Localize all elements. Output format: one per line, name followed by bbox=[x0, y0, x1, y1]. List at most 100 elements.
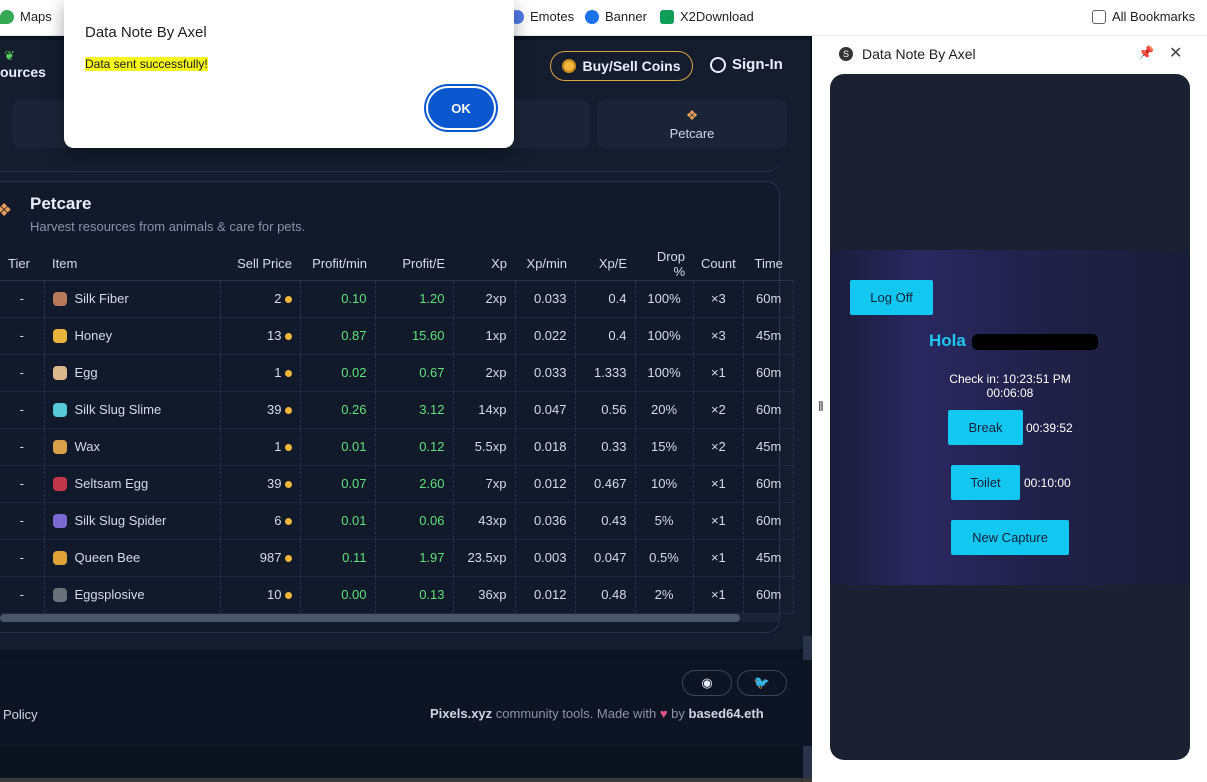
toilet-button[interactable]: Toilet bbox=[951, 465, 1020, 500]
pin-icon[interactable]: 📌 bbox=[1138, 45, 1154, 61]
table-row[interactable]: - Silk Slug Spider 6 0.01 0.06 43xp 0.036 0.43 5… bbox=[0, 502, 795, 540]
table-row[interactable]: - Queen Bee 987 0.11 1.97 23.5xp 0.003 0.047 0.5… bbox=[0, 539, 795, 577]
cell-profit-e: 0.13 bbox=[375, 576, 454, 614]
cell-profit-e: 0.06 bbox=[375, 502, 454, 540]
cell-xp: 14xp bbox=[453, 391, 516, 429]
cell-tier: - bbox=[0, 354, 45, 392]
cell-profit-e: 1.97 bbox=[375, 539, 454, 577]
cell-xp: 2xp bbox=[453, 354, 516, 392]
twitter-icon: 🐦 bbox=[753, 675, 771, 690]
cell-xp: 43xp bbox=[453, 502, 516, 540]
table-row[interactable]: - Eggsplosive 10 0.00 0.13 36xp 0.012 0.48 2% ×1 6… bbox=[0, 576, 795, 614]
coin-icon bbox=[284, 407, 292, 415]
item-icon bbox=[52, 514, 67, 529]
table-horizontal-scrollbar[interactable] bbox=[0, 614, 780, 622]
buy-sell-coins-button[interactable]: Buy/Sell Coins bbox=[550, 51, 693, 81]
policy-link[interactable]: Policy bbox=[3, 707, 38, 722]
col-time[interactable]: Time bbox=[743, 248, 794, 281]
cell-time: 45m bbox=[743, 428, 795, 466]
table-row[interactable]: - Honey 13 0.87 15.60 1xp 0.022 0.4 100% ×3 45m bbox=[0, 317, 795, 355]
table-row[interactable]: - Silk Slug Slime 39 0.26 3.12 14xp 0.047 0.56 2… bbox=[0, 391, 795, 429]
bookmark-all[interactable]: All Bookmarks bbox=[1092, 9, 1195, 24]
item-icon bbox=[52, 440, 67, 455]
cell-xp-min: 0.036 bbox=[515, 502, 576, 540]
folder-icon bbox=[1092, 9, 1106, 24]
cell-count: ×2 bbox=[693, 428, 745, 466]
sign-in-button[interactable]: Sign-In bbox=[710, 56, 783, 73]
price-value: 13 bbox=[267, 328, 282, 343]
col-xp[interactable]: Xp bbox=[453, 248, 515, 281]
table-row[interactable]: - Seltsam Egg 39 0.07 2.60 7xp 0.012 0.467 10% ×1… bbox=[0, 465, 795, 503]
bookmark-emotes[interactable]: Emotes bbox=[510, 9, 574, 24]
col-item[interactable]: Item bbox=[44, 248, 220, 281]
maps-icon bbox=[0, 9, 14, 24]
cell-item: Wax bbox=[44, 428, 221, 466]
cell-xp-e: 0.4 bbox=[575, 317, 636, 355]
twitter-button[interactable]: 🐦 bbox=[737, 670, 787, 696]
price-value: 1 bbox=[274, 439, 282, 454]
col-xp-min[interactable]: Xp/min bbox=[515, 248, 575, 281]
col-tier[interactable]: Tier bbox=[0, 248, 44, 281]
author-link[interactable]: based64.eth bbox=[689, 706, 764, 721]
log-off-button[interactable]: Log Off bbox=[850, 280, 933, 315]
cell-count: ×3 bbox=[693, 280, 745, 318]
cell-profit-min: 0.10 bbox=[300, 280, 376, 318]
bookmark-maps[interactable]: Maps bbox=[0, 9, 52, 24]
table-row[interactable]: - Wax 1 0.01 0.12 5.5xp 0.018 0.33 15% ×2 45m bbox=[0, 428, 795, 466]
nav-resources[interactable]: ources bbox=[0, 64, 46, 80]
coin-icon bbox=[284, 296, 292, 304]
col-profit-e[interactable]: Profit/E bbox=[375, 248, 453, 281]
scrollbar-thumb[interactable] bbox=[0, 614, 740, 622]
bookmark-x2download[interactable]: X2Download bbox=[660, 9, 754, 24]
cell-item: Silk Slug Slime bbox=[44, 391, 221, 429]
cell-xp: 5.5xp bbox=[453, 428, 516, 466]
extension-logo-icon: S bbox=[839, 47, 853, 61]
item-name: Wax bbox=[74, 438, 101, 454]
item-name: Silk Fiber bbox=[74, 290, 129, 306]
cell-profit-min: 0.07 bbox=[300, 465, 376, 503]
cell-xp: 23.5xp bbox=[453, 539, 516, 577]
col-drop[interactable]: Drop % bbox=[635, 248, 693, 281]
close-icon[interactable]: ✕ bbox=[1169, 43, 1182, 63]
cell-drop: 20% bbox=[635, 391, 694, 429]
cell-drop: 100% bbox=[635, 280, 694, 318]
discord-button[interactable]: ◉ bbox=[682, 670, 732, 696]
cell-sell-price: 1 bbox=[220, 428, 301, 466]
sprout-icon: ❦ bbox=[4, 48, 15, 63]
cell-tier: - bbox=[0, 539, 45, 577]
bookmark-banner[interactable]: Banner bbox=[585, 9, 647, 24]
brand-link[interactable]: Pixels.xyz bbox=[430, 706, 492, 721]
ok-button[interactable]: OK bbox=[428, 88, 494, 128]
col-xp-e[interactable]: Xp/E bbox=[575, 248, 635, 281]
download-icon bbox=[660, 9, 674, 24]
cell-xp-min: 0.033 bbox=[515, 280, 576, 318]
break-button[interactable]: Break bbox=[948, 410, 1023, 445]
cell-drop: 15% bbox=[635, 428, 694, 466]
coin-icon bbox=[284, 444, 292, 452]
cell-profit-min: 0.11 bbox=[300, 539, 376, 577]
coin-icon bbox=[284, 592, 292, 600]
table-row[interactable]: - Silk Fiber 2 0.10 1.20 2xp 0.033 0.4 100% ×3 60m bbox=[0, 280, 795, 318]
tab-petcare[interactable]: ❖ Petcare bbox=[597, 100, 787, 148]
cell-time: 45m bbox=[743, 317, 795, 355]
cell-count: ×1 bbox=[693, 576, 745, 614]
panel-title: Data Note By Axel bbox=[862, 46, 976, 62]
table-row[interactable]: - Egg 1 0.02 0.67 2xp 0.033 1.333 100% ×1 60m bbox=[0, 354, 795, 392]
col-sell-price[interactable]: Sell Price bbox=[220, 248, 300, 281]
col-count[interactable]: Count bbox=[693, 248, 744, 281]
col-profit-min[interactable]: Profit/min bbox=[300, 248, 375, 281]
cell-drop: 10% bbox=[635, 465, 694, 503]
cell-xp: 36xp bbox=[453, 576, 516, 614]
item-name: Eggsplosive bbox=[74, 586, 145, 602]
new-capture-button[interactable]: New Capture bbox=[951, 520, 1069, 555]
cell-xp-min: 0.003 bbox=[515, 539, 576, 577]
alert-message: Data sent successfully! bbox=[85, 57, 208, 71]
cell-time: 60m bbox=[743, 465, 795, 503]
cell-count: ×1 bbox=[693, 354, 745, 392]
section-title: Petcare bbox=[30, 194, 92, 213]
petcare-paw-icon: ❖ bbox=[0, 200, 13, 220]
grip-icon[interactable]: ‖ bbox=[818, 398, 824, 414]
cell-xp-e: 0.43 bbox=[575, 502, 636, 540]
cell-time: 60m bbox=[743, 391, 795, 429]
price-value: 10 bbox=[267, 587, 282, 602]
